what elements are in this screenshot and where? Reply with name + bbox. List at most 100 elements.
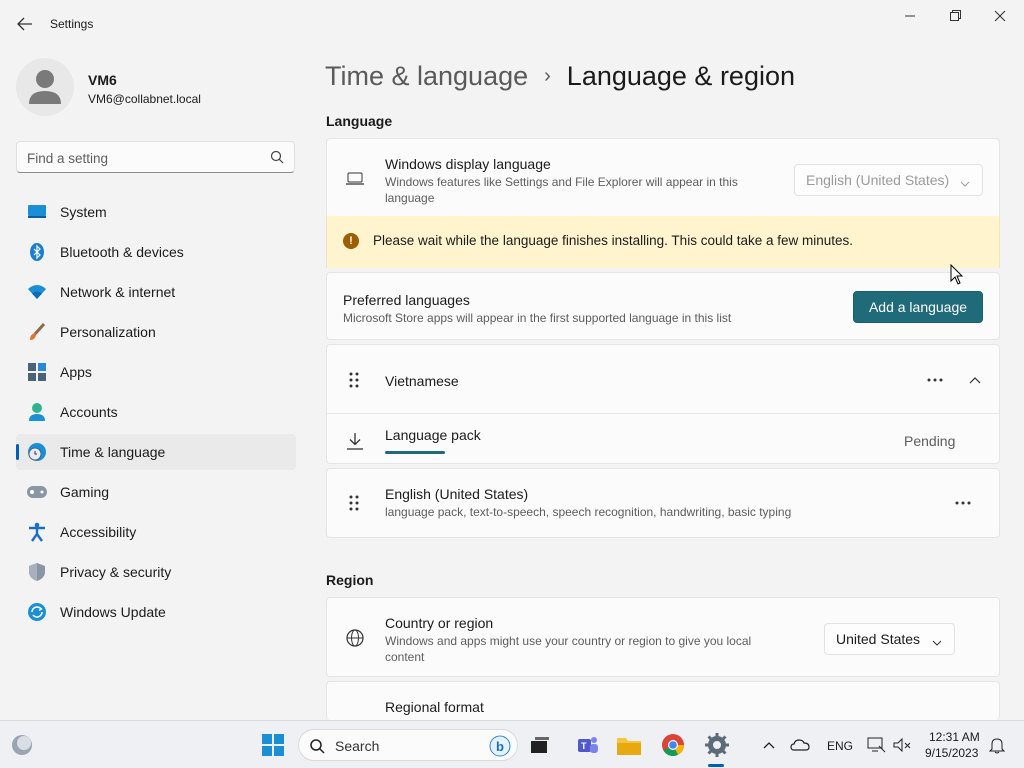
user-profile[interactable]: VM6 VM6@collabnet.local <box>16 58 286 118</box>
update-icon <box>26 601 48 623</box>
sidebar-item-label: Time & language <box>60 444 166 460</box>
language-pack-label: Language pack <box>385 427 481 443</box>
drag-handle-icon[interactable] <box>345 494 363 512</box>
svg-text:T: T <box>581 741 587 751</box>
chevron-down-icon <box>932 635 942 646</box>
active-app-indicator <box>708 764 724 767</box>
sidebar-item-label: Privacy & security <box>60 564 172 580</box>
user-email: VM6@collabnet.local <box>88 92 201 106</box>
minimize-button[interactable] <box>890 4 930 28</box>
sidebar-item-accessibility[interactable]: Accessibility <box>16 514 296 550</box>
globe-icon <box>345 628 365 648</box>
chrome-icon[interactable] <box>659 731 687 759</box>
sidebar-item-personalization[interactable]: Personalization <box>16 314 296 350</box>
english-language-card: English (United States) language pack, t… <box>326 468 1000 538</box>
divider <box>327 413 999 414</box>
settings-gear-icon[interactable] <box>703 731 731 759</box>
language-pack-status: Pending <box>904 433 956 449</box>
search-icon <box>309 738 325 754</box>
sidebar-item-label: Accessibility <box>60 524 137 540</box>
english-language-features: language pack, text-to-speech, speech re… <box>385 505 792 519</box>
back-arrow-icon[interactable] <box>14 14 36 34</box>
add-language-button[interactable]: Add a language <box>853 291 983 323</box>
settings-search-box[interactable] <box>16 141 295 173</box>
bing-icon[interactable]: b <box>489 735 511 757</box>
install-warning-bar: ! Please wait while the language finishe… <box>326 216 1000 268</box>
sidebar-item-label: System <box>60 204 107 220</box>
clock-time[interactable]: 12:31 AM <box>929 730 980 744</box>
breadcrumb-separator: › <box>544 64 551 87</box>
search-input[interactable] <box>27 148 267 168</box>
country-region-dropdown[interactable]: United States <box>824 623 955 655</box>
weather-icon[interactable] <box>8 731 36 759</box>
download-icon <box>345 431 365 451</box>
mouse-cursor-icon <box>950 263 964 286</box>
chevron-up-icon[interactable] <box>755 731 783 759</box>
region-section-title: Region <box>326 572 374 588</box>
sidebar-item-time-language[interactable]: Time & language <box>16 434 296 470</box>
bluetooth-icon <box>26 241 48 263</box>
display-language-title: Windows display language <box>385 156 551 172</box>
taskbar: Search b T ENG 12:31 AM 9/15/2023 <box>0 720 1024 768</box>
teams-icon[interactable]: T <box>574 731 602 759</box>
laptop-icon <box>345 171 365 191</box>
sidebar-item-label: Windows Update <box>60 604 166 620</box>
display-language-subtitle: Windows features like Settings and File … <box>385 175 738 189</box>
system-icon <box>26 201 48 223</box>
user-name: VM6 <box>88 72 117 88</box>
file-explorer-icon[interactable] <box>615 731 643 759</box>
display-language-dropdown[interactable]: English (United States) <box>794 164 983 196</box>
search-icon[interactable] <box>270 150 284 164</box>
close-button[interactable] <box>980 4 1020 28</box>
display-language-value: English (United States) <box>806 172 950 188</box>
title-bar: Settings <box>0 0 1024 48</box>
drag-handle-icon[interactable] <box>345 371 363 389</box>
volume-muted-icon[interactable] <box>888 731 916 759</box>
sidebar-item-apps[interactable]: Apps <box>16 354 296 390</box>
wifi-icon <box>26 281 48 303</box>
task-view-icon[interactable] <box>526 731 554 759</box>
taskbar-search[interactable]: Search b <box>298 729 518 761</box>
taskbar-search-label: Search <box>335 738 380 754</box>
sidebar-item-system[interactable]: System <box>16 194 296 230</box>
english-language-name: English (United States) <box>385 486 529 502</box>
display-language-subtitle-cont: language <box>385 191 435 205</box>
sidebar-item-privacy[interactable]: Privacy & security <box>16 554 296 590</box>
sidebar-nav: System Bluetooth & devices Network & int… <box>16 194 296 634</box>
chevron-down-icon <box>960 176 970 187</box>
breadcrumb: Time & language › Language & region <box>325 56 795 96</box>
sidebar-item-accounts[interactable]: Accounts <box>16 394 296 430</box>
start-icon[interactable] <box>259 731 287 759</box>
vietnamese-language-name: Vietnamese <box>385 373 459 389</box>
breadcrumb-parent[interactable]: Time & language <box>325 61 528 92</box>
language-pack-progress <box>385 451 445 454</box>
more-options-icon[interactable] <box>954 494 972 512</box>
notification-bell-icon[interactable] <box>983 731 1011 759</box>
sidebar-item-label: Apps <box>60 364 92 380</box>
sidebar-item-label: Network & internet <box>60 284 176 300</box>
maximize-button[interactable] <box>935 4 975 28</box>
regional-format-title: Regional format <box>385 699 484 715</box>
onedrive-icon[interactable] <box>786 731 814 759</box>
country-region-value: United States <box>836 631 921 647</box>
preferred-languages-title: Preferred languages <box>343 292 470 308</box>
country-region-title: Country or region <box>385 615 494 631</box>
input-language-indicator[interactable]: ENG <box>827 739 853 753</box>
sidebar-item-windows-update[interactable]: Windows Update <box>16 594 296 630</box>
sidebar-item-gaming[interactable]: Gaming <box>16 474 296 510</box>
sidebar-item-label: Accounts <box>60 404 118 420</box>
network-icon[interactable] <box>862 731 890 759</box>
chevron-up-icon[interactable] <box>966 371 984 389</box>
sidebar-item-label: Bluetooth & devices <box>60 244 184 260</box>
clock-date[interactable]: 9/15/2023 <box>925 746 978 760</box>
sidebar-item-bluetooth[interactable]: Bluetooth & devices <box>16 234 296 270</box>
sidebar-item-network[interactable]: Network & internet <box>16 274 296 310</box>
gamepad-icon <box>26 481 48 503</box>
globe-clock-icon <box>26 441 48 463</box>
app-title: Settings <box>50 17 94 31</box>
preferred-languages-subtitle: Microsoft Store apps will appear in the … <box>343 311 732 325</box>
more-options-icon[interactable] <box>926 371 944 389</box>
country-region-subtitle: Windows and apps might use your country … <box>385 634 752 648</box>
sidebar-item-label: Personalization <box>60 324 156 340</box>
accessibility-icon <box>26 521 48 543</box>
